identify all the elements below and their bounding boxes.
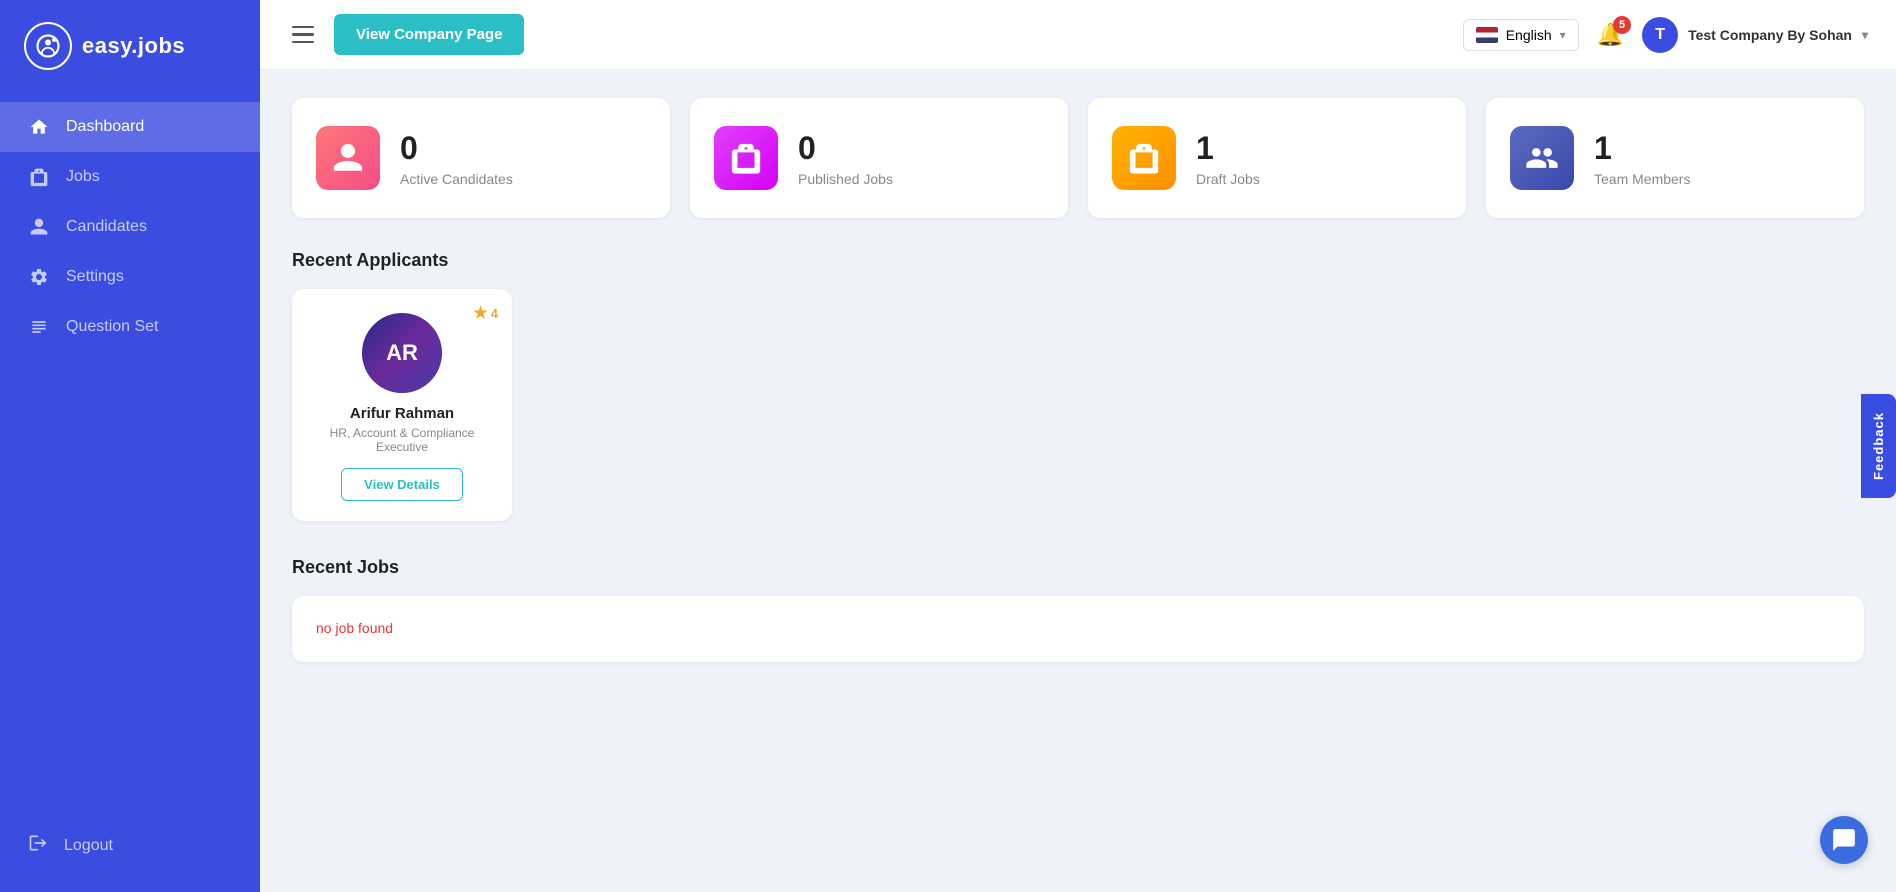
recent-jobs-title: Recent Jobs: [292, 557, 1864, 578]
sidebar-label-candidates: Candidates: [66, 218, 147, 236]
logo-icon: [24, 22, 72, 70]
logout-label: Logout: [64, 837, 113, 855]
home-icon: [28, 116, 50, 138]
sidebar-item-dashboard[interactable]: Dashboard: [0, 102, 260, 152]
applicant-avatar: AR: [362, 313, 442, 393]
sidebar-nav: Dashboard Jobs Candidates Settings Quest…: [0, 92, 260, 819]
recent-jobs-card: no job found: [292, 596, 1864, 662]
jobs-icon: [28, 166, 50, 188]
recent-jobs-section: Recent Jobs no job found: [292, 557, 1864, 662]
logo-container: easy.jobs: [0, 0, 260, 92]
candidates-icon: [28, 216, 50, 238]
sidebar-label-question-set: Question Set: [66, 318, 159, 336]
published-jobs-icon-box: [714, 126, 778, 190]
active-candidates-number: 0: [400, 130, 513, 167]
chat-bubble-button[interactable]: [1820, 816, 1868, 864]
sidebar-item-candidates[interactable]: Candidates: [0, 202, 260, 252]
team-members-icon-box: [1510, 126, 1574, 190]
main-content: View Company Page English ▾ 🔔 5 T Test C…: [260, 0, 1896, 892]
company-name: Test Company By Sohan: [1688, 27, 1852, 43]
question-set-icon: [28, 316, 50, 338]
draft-jobs-label: Draft Jobs: [1196, 171, 1260, 187]
stats-grid: 0 Active Candidates 0 Published Jobs: [292, 98, 1864, 218]
stat-card-team-members: 1 Team Members: [1486, 98, 1864, 218]
company-avatar: T: [1642, 17, 1678, 53]
team-members-info: 1 Team Members: [1594, 130, 1690, 187]
draft-jobs-icon-box: [1112, 126, 1176, 190]
published-jobs-label: Published Jobs: [798, 171, 893, 187]
feedback-button[interactable]: Feedback: [1861, 394, 1896, 498]
star-icon: ★: [473, 303, 487, 323]
applicants-grid: ★ 4 AR Arifur Rahman HR, Account & Compl…: [292, 289, 1864, 521]
draft-jobs-number: 1: [1196, 130, 1260, 167]
page-content: 0 Active Candidates 0 Published Jobs: [260, 70, 1896, 892]
recent-applicants-section: Recent Applicants ★ 4 AR Arifur Rahman H…: [292, 250, 1864, 521]
sidebar-label-settings: Settings: [66, 268, 124, 286]
topbar: View Company Page English ▾ 🔔 5 T Test C…: [260, 0, 1896, 70]
language-label: English: [1506, 27, 1552, 43]
lang-chevron-icon: ▾: [1560, 28, 1566, 42]
applicant-name: Arifur Rahman: [350, 405, 454, 422]
draft-jobs-info: 1 Draft Jobs: [1196, 130, 1260, 187]
sidebar: easy.jobs Dashboard Jobs Candidates Sett…: [0, 0, 260, 892]
no-job-text: no job found: [316, 612, 393, 644]
star-count: 4: [491, 306, 498, 321]
logo-text: easy.jobs: [82, 33, 185, 59]
team-members-label: Team Members: [1594, 171, 1690, 187]
logout-button[interactable]: Logout: [0, 819, 260, 872]
view-company-button[interactable]: View Company Page: [334, 14, 524, 55]
flag-icon: [1476, 27, 1498, 43]
team-members-number: 1: [1594, 130, 1690, 167]
stat-card-published-jobs: 0 Published Jobs: [690, 98, 1068, 218]
stat-card-draft-jobs: 1 Draft Jobs: [1088, 98, 1466, 218]
avatar-image: AR: [362, 313, 442, 393]
company-selector[interactable]: T Test Company By Sohan ▾: [1642, 17, 1868, 53]
sidebar-label-dashboard: Dashboard: [66, 118, 144, 136]
sidebar-item-question-set[interactable]: Question Set: [0, 302, 260, 352]
logout-icon: [28, 833, 48, 858]
published-jobs-number: 0: [798, 130, 893, 167]
applicant-card: ★ 4 AR Arifur Rahman HR, Account & Compl…: [292, 289, 512, 521]
stat-card-active-candidates: 0 Active Candidates: [292, 98, 670, 218]
hamburger-button[interactable]: [288, 22, 318, 48]
active-candidates-icon-box: [316, 126, 380, 190]
applicant-role: HR, Account & Compliance Executive: [312, 426, 492, 454]
notification-badge: 5: [1613, 16, 1631, 34]
view-details-button[interactable]: View Details: [341, 468, 463, 501]
language-selector[interactable]: English ▾: [1463, 19, 1579, 51]
recent-applicants-title: Recent Applicants: [292, 250, 1864, 271]
sidebar-item-jobs[interactable]: Jobs: [0, 152, 260, 202]
company-chevron-icon: ▾: [1862, 28, 1868, 42]
bell-button[interactable]: 🔔 5: [1597, 22, 1624, 48]
published-jobs-info: 0 Published Jobs: [798, 130, 893, 187]
feedback-wrapper[interactable]: Feedback: [1861, 394, 1896, 498]
active-candidates-label: Active Candidates: [400, 171, 513, 187]
settings-icon: [28, 266, 50, 288]
star-rating: ★ 4: [473, 303, 498, 323]
sidebar-item-settings[interactable]: Settings: [0, 252, 260, 302]
active-candidates-info: 0 Active Candidates: [400, 130, 513, 187]
sidebar-label-jobs: Jobs: [66, 168, 100, 186]
topbar-right: English ▾ 🔔 5 T Test Company By Sohan ▾: [1463, 17, 1868, 53]
